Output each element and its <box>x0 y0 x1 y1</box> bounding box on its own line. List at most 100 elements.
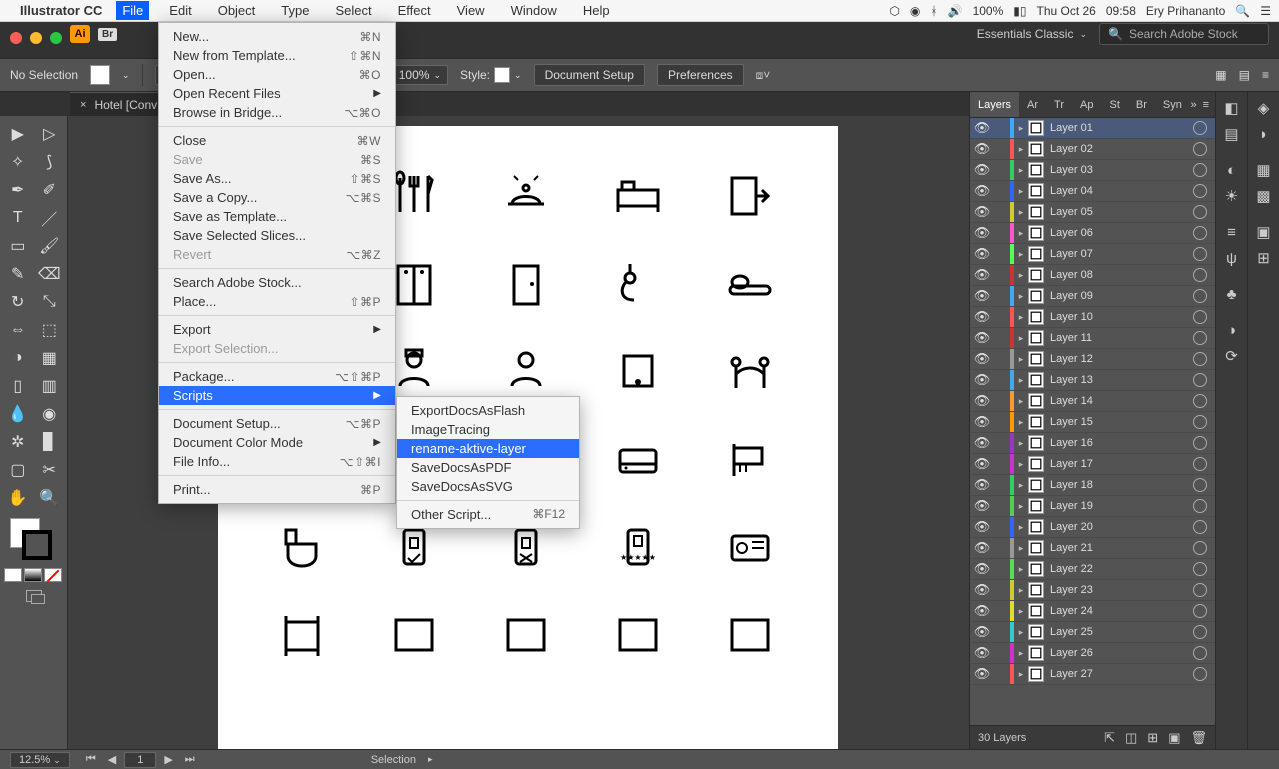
visibility-icon[interactable]: 👁 <box>970 267 994 283</box>
menu-item-save-as-[interactable]: Save As...⇧⌘S <box>159 169 395 188</box>
target-icon[interactable] <box>1193 268 1207 282</box>
target-icon[interactable] <box>1193 310 1207 324</box>
first-artboard-icon[interactable]: ⏮ <box>82 753 100 766</box>
disclosure-icon[interactable]: ▸ <box>1014 459 1028 470</box>
target-icon[interactable] <box>1193 394 1207 408</box>
menu-item-document-setup-[interactable]: Document Setup...⌥⌘P <box>159 414 395 433</box>
menu-item-save-as-template-[interactable]: Save as Template... <box>159 207 395 226</box>
menu-edit[interactable]: Edit <box>163 1 197 20</box>
layer-row[interactable]: 👁▸Layer 03 <box>970 160 1215 181</box>
layer-row[interactable]: 👁▸Layer 26 <box>970 643 1215 664</box>
free-transform-tool[interactable]: ⬚ <box>36 318 64 342</box>
layer-row[interactable]: 👁▸Layer 23 <box>970 580 1215 601</box>
target-icon[interactable] <box>1193 205 1207 219</box>
disclosure-icon[interactable]: ▸ <box>1014 501 1028 512</box>
menu-item-file-info-[interactable]: File Info...⌥⇧⌘I <box>159 452 395 471</box>
make-clipping-icon[interactable]: ◫ <box>1125 730 1137 746</box>
menu-type[interactable]: Type <box>275 1 315 20</box>
visibility-icon[interactable]: 👁 <box>970 309 994 325</box>
menu-object[interactable]: Object <box>212 1 262 20</box>
disclosure-icon[interactable]: ▸ <box>1014 564 1028 575</box>
screen-mode-button[interactable] <box>4 590 63 602</box>
target-icon[interactable] <box>1193 331 1207 345</box>
target-icon[interactable] <box>1193 184 1207 198</box>
zoom-level[interactable]: 12.5% ⌄ <box>10 752 70 768</box>
disclosure-icon[interactable]: ▸ <box>1014 291 1028 302</box>
visibility-icon[interactable]: 👁 <box>970 561 994 577</box>
visibility-icon[interactable]: 👁 <box>970 288 994 304</box>
layer-row[interactable]: 👁▸Layer 02 <box>970 139 1215 160</box>
panel-tab-br[interactable]: Br <box>1128 92 1155 117</box>
panel-tab-ap[interactable]: Ap <box>1072 92 1101 117</box>
symbols-icon[interactable]: ψ <box>1220 246 1244 270</box>
disclosure-icon[interactable]: ▸ <box>1014 228 1028 239</box>
slice-tool[interactable]: ✂ <box>36 458 64 482</box>
artboard-nav[interactable]: ⏮ ◀ 1 ▶ ⏭ <box>82 752 199 768</box>
script-item-rename-aktive-layer[interactable]: rename-aktive-layer <box>397 439 579 458</box>
menu-item-document-color-mode[interactable]: Document Color Mode▶ <box>159 433 395 452</box>
disclosure-icon[interactable]: ▸ <box>1014 396 1028 407</box>
locate-layer-icon[interactable]: ⇱ <box>1104 730 1115 746</box>
disclosure-icon[interactable]: ▸ <box>1014 375 1028 386</box>
search-stock-input[interactable]: 🔍 Search Adobe Stock <box>1099 23 1269 45</box>
visibility-icon[interactable]: 👁 <box>970 204 994 220</box>
delete-layer-icon[interactable]: 🗑 <box>1190 730 1207 746</box>
disclosure-icon[interactable]: ▸ <box>1014 249 1028 260</box>
color-mode-button[interactable] <box>4 568 22 582</box>
layer-row[interactable]: 👁▸Layer 22 <box>970 559 1215 580</box>
menu-help[interactable]: Help <box>577 1 616 20</box>
disclosure-icon[interactable]: ▸ <box>1014 543 1028 554</box>
fullscreen-window-button[interactable] <box>50 32 62 44</box>
target-icon[interactable] <box>1193 646 1207 660</box>
visibility-icon[interactable]: 👁 <box>970 624 994 640</box>
layer-row[interactable]: 👁▸Layer 25 <box>970 622 1215 643</box>
date-text[interactable]: Thu Oct 26 <box>1036 4 1095 18</box>
disclosure-icon[interactable]: ▸ <box>1014 270 1028 281</box>
menu-item-open-[interactable]: Open...⌘O <box>159 65 395 84</box>
layer-list[interactable]: 👁▸Layer 01👁▸Layer 02👁▸Layer 03👁▸Layer 04… <box>970 118 1215 725</box>
target-icon[interactable] <box>1193 226 1207 240</box>
artboard-tool[interactable]: ▢ <box>4 458 32 482</box>
menu-item-browse-in-bridge-[interactable]: Browse in Bridge...⌥⌘O <box>159 103 395 122</box>
disclosure-icon[interactable]: ▸ <box>1014 669 1028 680</box>
target-icon[interactable] <box>1193 121 1207 135</box>
visibility-icon[interactable]: 👁 <box>970 582 994 598</box>
gradient-panel-icon[interactable]: ♣ <box>1220 282 1244 306</box>
visibility-icon[interactable]: 👁 <box>970 498 994 514</box>
time-text[interactable]: 09:58 <box>1106 4 1136 18</box>
disclosure-icon[interactable]: ▸ <box>1014 522 1028 533</box>
target-icon[interactable] <box>1193 163 1207 177</box>
menu-item-save-a-copy-[interactable]: Save a Copy...⌥⌘S <box>159 188 395 207</box>
opacity-input[interactable]: 100%⌄ <box>392 65 448 85</box>
layer-row[interactable]: 👁▸Layer 24 <box>970 601 1215 622</box>
visibility-icon[interactable]: 👁 <box>970 225 994 241</box>
layer-row[interactable]: 👁▸Layer 06 <box>970 223 1215 244</box>
panel-tab-st[interactable]: St <box>1101 92 1127 117</box>
panel-tab-ar[interactable]: Ar <box>1019 92 1046 117</box>
scale-tool[interactable]: ⤡ <box>36 290 64 314</box>
menu-item-open-recent-files[interactable]: Open Recent Files▶ <box>159 84 395 103</box>
color-guide-icon[interactable]: ◐ <box>1220 158 1244 182</box>
target-icon[interactable] <box>1193 562 1207 576</box>
layer-row[interactable]: 👁▸Layer 08 <box>970 265 1215 286</box>
menu-file[interactable]: File <box>116 1 149 20</box>
target-icon[interactable] <box>1193 247 1207 261</box>
new-sublayer-icon[interactable]: ⊞ <box>1147 730 1158 746</box>
perspective-tool[interactable]: ▦ <box>36 346 64 370</box>
selection-tool[interactable]: ▶ <box>4 122 32 146</box>
menu-window[interactable]: Window <box>505 1 563 20</box>
layer-row[interactable]: 👁▸Layer 21 <box>970 538 1215 559</box>
shaper-tool[interactable]: ✎ <box>4 262 32 286</box>
visibility-icon[interactable]: 👁 <box>970 246 994 262</box>
target-icon[interactable] <box>1193 667 1207 681</box>
visibility-icon[interactable]: 👁 <box>970 540 994 556</box>
menu-item-place-[interactable]: Place...⇧⌘P <box>159 292 395 311</box>
disclosure-icon[interactable]: ▸ <box>1014 207 1028 218</box>
rectangle-tool[interactable]: ▭ <box>4 234 32 258</box>
layer-row[interactable]: 👁▸Layer 19 <box>970 496 1215 517</box>
disclosure-icon[interactable]: ▸ <box>1014 354 1028 365</box>
visibility-icon[interactable]: 👁 <box>970 372 994 388</box>
disclosure-icon[interactable]: ▸ <box>1014 123 1028 134</box>
layer-row[interactable]: 👁▸Layer 27 <box>970 664 1215 685</box>
layer-row[interactable]: 👁▸Layer 20 <box>970 517 1215 538</box>
